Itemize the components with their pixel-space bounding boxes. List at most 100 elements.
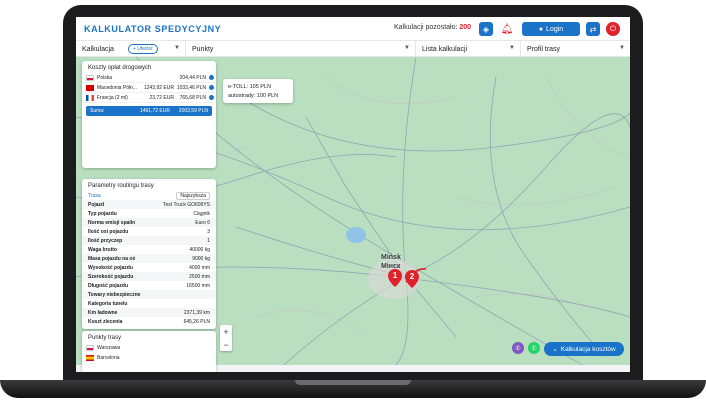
- param-label: Koszt zlecenia: [88, 318, 123, 325]
- map-city-label-pl: Mińsk: [381, 254, 401, 261]
- param-value: 16500 mm: [186, 282, 210, 289]
- route-point-name: Barcelona: [97, 355, 120, 361]
- screen: KALKULATOR SPEDYCYJNY Kalkulacji pozosta…: [76, 17, 630, 372]
- add-calculation-button[interactable]: + Utwórz: [127, 44, 158, 54]
- param-label: Norma emisji spalin: [88, 219, 136, 226]
- param-row: Norma emisji spalin Euro 6: [82, 218, 216, 227]
- route-label: Trasa: [88, 192, 101, 199]
- param-label: Towary niebezpieczne: [88, 291, 141, 298]
- param-row: Kategoria tunelu: [82, 299, 216, 308]
- param-row: Waga brutto 40000 kg: [82, 245, 216, 254]
- cost-calculation-button[interactable]: ⌄ Kalkulacja kosztów: [544, 342, 624, 356]
- viber-icon[interactable]: ✆: [512, 342, 524, 354]
- route-point-name: Warszawa: [97, 345, 121, 351]
- whatsapp-icon[interactable]: ✆: [528, 342, 540, 354]
- tab-profil-trasy[interactable]: Profil trasy ▼: [521, 41, 630, 57]
- route-points-panel: Punkty trasy Warszawa Barcelona: [82, 331, 216, 372]
- info-icon[interactable]: [209, 95, 214, 100]
- toll-sum-pln: 2003,59 PLN: [178, 108, 208, 114]
- route-point[interactable]: Warszawa: [82, 343, 216, 353]
- login-button[interactable]: ● Login: [522, 22, 580, 36]
- bell-icon[interactable]: 🔔︎: [500, 22, 514, 36]
- power-icon[interactable]: ⏻: [606, 22, 620, 36]
- param-label: Wysokość pojazdu: [88, 264, 133, 271]
- param-value: Test Truck GO609YS: [163, 201, 210, 208]
- param-value: 1: [207, 237, 210, 244]
- param-label: Ilość przyczep: [88, 237, 123, 244]
- route-points-title: Punkty trasy: [88, 335, 122, 341]
- zoom-in-icon[interactable]: +: [223, 327, 228, 337]
- param-label: Masa pojazdu na oś: [88, 255, 136, 262]
- toll-sum-eur: 1461,72 EUR: [139, 108, 170, 114]
- param-row: Ilość przyczep 1: [82, 236, 216, 245]
- tab-lista-kalkulacji[interactable]: Lista kalkulacji ▼: [416, 41, 521, 57]
- info-icon[interactable]: [209, 85, 214, 90]
- param-value: Ciągnik: [193, 210, 210, 217]
- chevron-down-icon: ▼: [619, 45, 625, 51]
- highway-line: autostrady: 100 PLN: [228, 93, 279, 99]
- tab-bar: Kalkulacja + Utwórz ▼ Punkty ▼ Lista kal…: [76, 41, 630, 57]
- param-value: 3: [207, 228, 210, 235]
- chevron-down-icon: ▼: [404, 45, 410, 51]
- routing-params-panel: Parametry routingu trasy Trasa Najszybsz…: [82, 179, 216, 329]
- toll-row: Polska 204,44 PLN: [82, 73, 216, 83]
- param-row: Wysokość pojazdu 4000 mm: [82, 263, 216, 272]
- tab-kalkulacja[interactable]: Kalkulacja + Utwórz ▼: [76, 41, 186, 57]
- toll-amount: 1033,46 PLN: [176, 84, 206, 91]
- toll-row: Macedonia Półn... 1243,92 EUR 1033,46 PL…: [82, 83, 216, 93]
- param-value: 9000 kg: [192, 255, 210, 262]
- param-label: Waga brutto: [88, 246, 117, 253]
- param-row: Koszt zlecenia 645,26 PLN: [82, 317, 216, 326]
- route-marker-2[interactable]: 2: [405, 270, 419, 288]
- param-label: Ilość osi pojazdu: [88, 228, 129, 235]
- param-label: Pojazd: [88, 201, 105, 208]
- flag-spain-icon: [86, 355, 94, 361]
- swap-icon[interactable]: ⇄: [586, 22, 600, 36]
- param-value: 645,26 PLN: [183, 318, 210, 325]
- toll-amount-eur: 23,72 EUR: [149, 94, 174, 101]
- chevron-down-icon: ▼: [174, 45, 180, 51]
- param-value: Euro 6: [195, 219, 210, 226]
- tab-lista-label: Lista kalkulacji: [422, 45, 468, 53]
- param-label: Długość pojazdu: [88, 282, 128, 289]
- toll-row: Francja (2 ml) 23,72 EUR 765,68 PLN: [82, 93, 216, 103]
- route-marker-1[interactable]: 1: [388, 269, 402, 287]
- user-icon: ●: [538, 25, 544, 33]
- laptop-frame: KALKULATOR SPEDYCYJNY Kalkulacji pozosta…: [0, 0, 706, 404]
- flag-poland-icon: [86, 74, 94, 81]
- param-value: 2500 mm: [189, 273, 210, 280]
- toll-sum-label: Suma:: [90, 108, 105, 114]
- param-label: Kategoria tunelu: [88, 300, 128, 307]
- param-rows: Pojazd Test Truck GO609YS Typ pojazdu Ciągn…: [82, 200, 216, 326]
- cost-calculation-label: Kalkulacja kosztów: [560, 345, 616, 353]
- tab-profil-label: Profil trasy: [527, 45, 561, 53]
- route-select[interactable]: Najszybsza: [176, 191, 210, 200]
- toll-amount: 765,68 PLN: [179, 94, 206, 101]
- flag-poland-icon: [86, 345, 94, 351]
- route-point[interactable]: Barcelona: [82, 353, 216, 363]
- param-row: Długość pojazdu 16500 mm: [82, 281, 216, 290]
- calculations-left: Kalkulacji pozostało: 200: [394, 24, 471, 31]
- calculations-left-value: 200: [459, 24, 472, 31]
- zoom-out-icon[interactable]: −: [223, 340, 228, 350]
- toll-amount-eur: 1243,92 EUR: [143, 84, 174, 91]
- calculations-left-label: Kalkulacji pozostało:: [394, 24, 458, 31]
- top-bar: KALKULATOR SPEDYCYJNY Kalkulacji pozosta…: [76, 17, 630, 41]
- param-row: Masa pojazdu na oś 9000 kg: [82, 254, 216, 263]
- toll-sum-bar: Suma: 1461,72 EUR 2003,59 PLN: [86, 106, 212, 116]
- route-select-row: Trasa Najszybsza: [82, 191, 216, 200]
- tab-punkty[interactable]: Punkty ▼: [186, 41, 416, 57]
- layers-icon[interactable]: ◈: [479, 22, 493, 36]
- flag-france-icon: [86, 94, 94, 101]
- app-logo[interactable]: KALKULATOR SPEDYCYJNY: [84, 24, 221, 34]
- toll-summary-box: e-TOLL: 105 PLN autostrady: 100 PLN: [223, 79, 293, 103]
- toll-country: Macedonia Półn...: [97, 84, 138, 91]
- info-icon[interactable]: [209, 75, 214, 80]
- param-row: Ilość osi pojazdu 3: [82, 227, 216, 236]
- laptop-notch: [295, 380, 411, 385]
- param-row: Typ pojazdu Ciągnik: [82, 209, 216, 218]
- flag-macedonia-icon: [86, 84, 94, 91]
- tab-punkty-label: Punkty: [192, 45, 214, 53]
- login-label: Login: [546, 25, 564, 33]
- param-value: 40000 kg: [189, 246, 210, 253]
